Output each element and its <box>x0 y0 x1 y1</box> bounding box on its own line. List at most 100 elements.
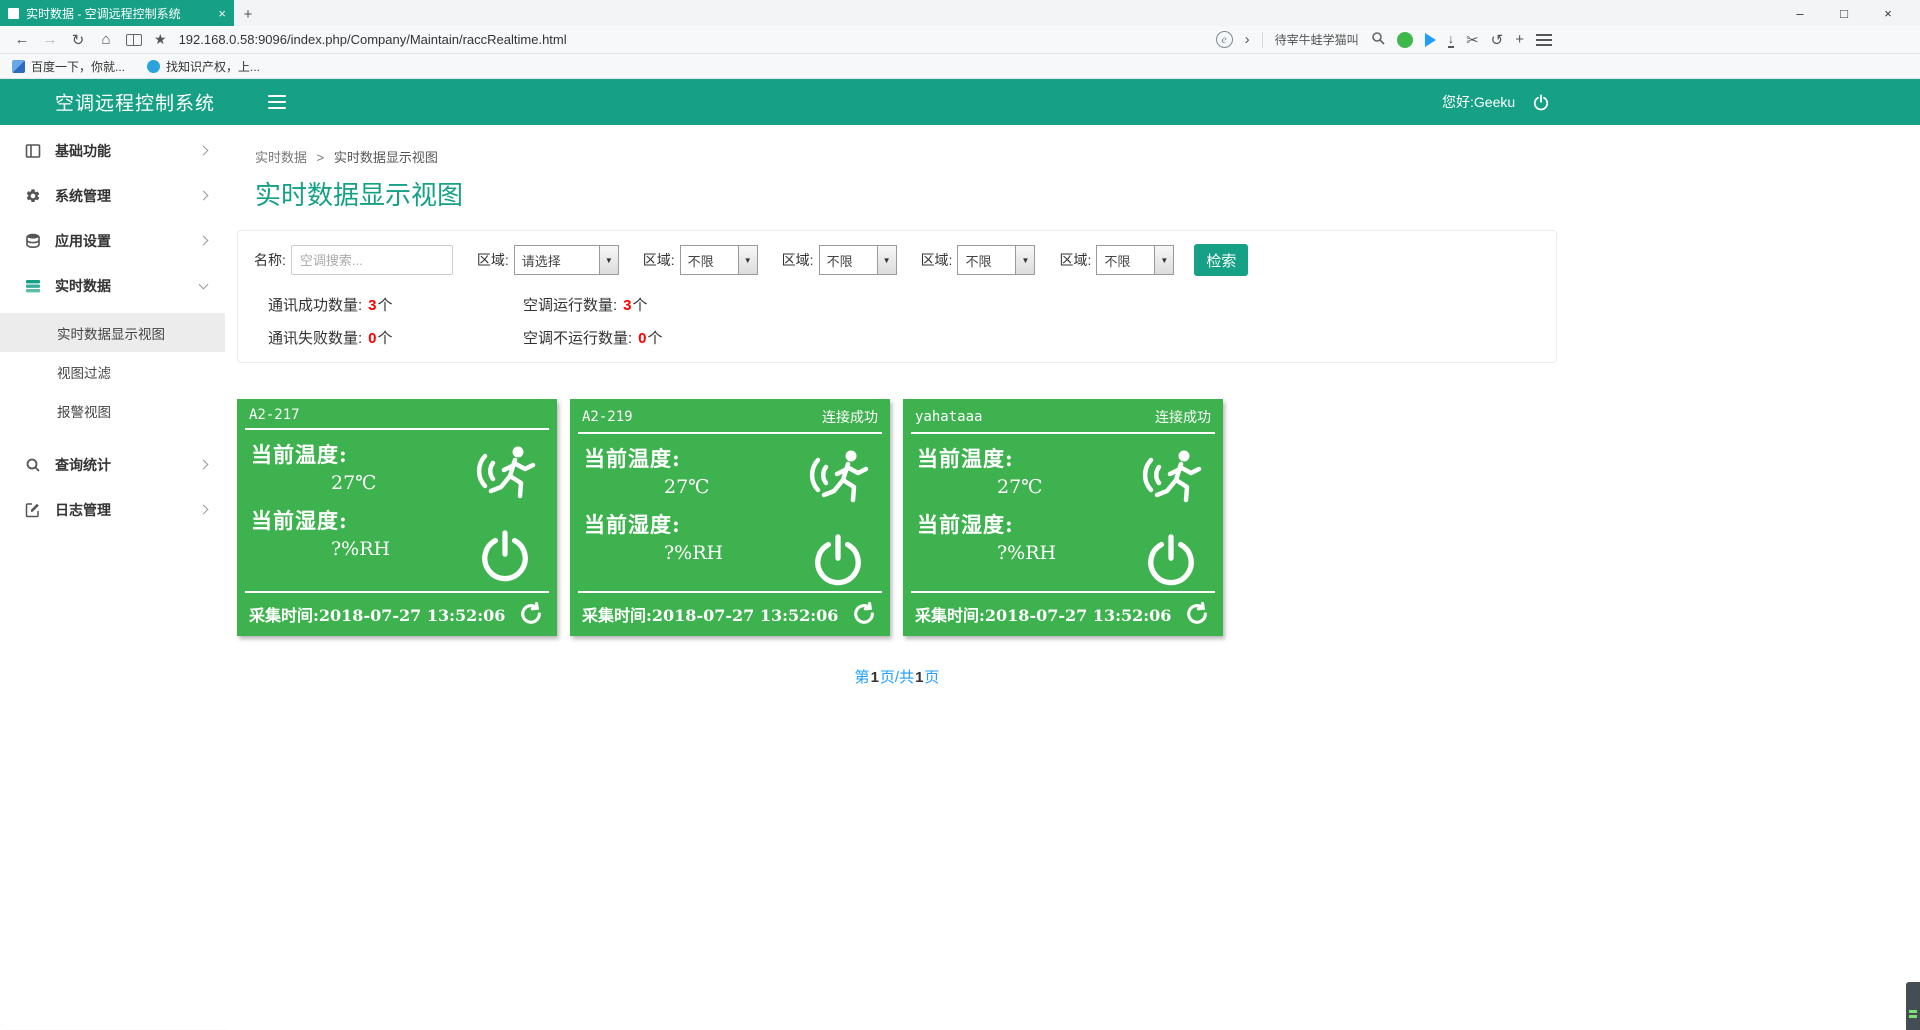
search-input[interactable]: 待宰牛蛙学猫叫 <box>1275 31 1359 48</box>
messenger-icon[interactable] <box>1397 32 1413 48</box>
divider <box>1262 32 1263 48</box>
chevron-down-icon <box>199 279 209 289</box>
power-icon[interactable] <box>812 533 864 591</box>
search-icon <box>25 457 41 473</box>
refresh-icon[interactable] <box>852 602 876 626</box>
collect-time: 采集时间:2018-07-27 13:52:06 <box>582 602 838 626</box>
chevron-down-icon: ▼ <box>1154 246 1173 274</box>
sidebar-item-query-statistics[interactable]: 查询统计 <box>0 442 225 487</box>
sidebar-item-realtime-data[interactable]: 实时数据 <box>0 263 225 308</box>
sidebar-item-app-settings[interactable]: 应用设置 <box>0 218 225 263</box>
database-icon <box>25 233 41 249</box>
bookmark-favicon <box>147 60 160 73</box>
address-bar[interactable]: 192.168.0.58:9096/index.php/Company/Main… <box>179 32 567 47</box>
region-select-4[interactable]: 不限 ▼ <box>957 245 1035 275</box>
browser-toolbar: ← → ↻ ⌂ ★ 192.168.0.58:9096/index.php/Co… <box>0 26 1920 54</box>
region-select-2[interactable]: 不限 ▼ <box>680 245 758 275</box>
gear-icon <box>25 188 41 204</box>
bookmark-baidu[interactable]: 百度一下，你就... <box>12 58 125 75</box>
device-name: yahataaa <box>915 409 982 425</box>
expand-icon[interactable]: › <box>1245 31 1250 48</box>
sidebar-subitem-realtime-view[interactable]: 实时数据显示视图 <box>0 313 225 352</box>
region-filter-label: 区域: <box>782 250 814 270</box>
breadcrumb: 实时数据 > 实时数据显示视图 <box>255 147 1920 166</box>
chevron-down-icon: ▼ <box>738 246 757 274</box>
minimize-button[interactable]: – <box>1778 6 1822 21</box>
sidebar-item-system-management[interactable]: 系统管理 <box>0 173 225 218</box>
stat-comm-success: 通讯成功数量:3个 <box>268 294 523 315</box>
stats-summary: 通讯成功数量:3个 空调运行数量:3个 通讯失败数量:0个 空调不运行数量:0个 <box>254 294 1540 348</box>
app-title: 空调远程控制系统 <box>55 89 215 116</box>
sidebar: 基础功能 系统管理 应用设置 实时数据 <box>0 125 225 1029</box>
split-view-icon[interactable] <box>126 34 142 46</box>
device-card[interactable]: yahataaa 连接成功 当前温度: 27℃ 当前湿度: ?%RH <box>903 399 1223 636</box>
home-icon[interactable]: ⌂ <box>92 31 120 48</box>
edit-log-icon <box>25 502 41 518</box>
region-filter-label: 区域: <box>1059 250 1091 270</box>
filter-panel: 名称: 区域: 请选择 ▼ 区域: 不限 ▼ 区域: 不限 <box>237 230 1557 363</box>
sidebar-item-basic-functions[interactable]: 基础功能 <box>0 128 225 173</box>
sidebar-item-log-management[interactable]: 日志管理 <box>0 487 225 532</box>
back-icon[interactable]: ← <box>8 31 36 48</box>
undo-history-icon[interactable]: ↺ <box>1491 31 1504 49</box>
name-filter-label: 名称: <box>254 250 286 270</box>
running-person-icon <box>473 442 539 504</box>
bookmarks-bar: 百度一下，你就... 找知识产权，上... <box>0 54 1920 79</box>
download-icon[interactable]: ↓ <box>1448 32 1455 48</box>
search-icon[interactable] <box>1371 31 1385 48</box>
scissors-screenshot-icon[interactable]: ✂ <box>1466 31 1479 49</box>
chevron-right-icon <box>199 191 209 201</box>
device-card[interactable]: A2-219 连接成功 当前温度: 27℃ 当前湿度: ?%RH <box>570 399 890 636</box>
region-select-3[interactable]: 不限 ▼ <box>819 245 897 275</box>
app-header: 空调远程控制系统 您好:Geeku <box>0 79 1920 125</box>
device-cards: A2-217 当前温度: 27℃ 当前湿度: ?%RH <box>237 399 1920 636</box>
breadcrumb-parent[interactable]: 实时数据 <box>255 150 307 165</box>
stat-ac-running: 空调运行数量:3个 <box>523 294 1540 315</box>
sidebar-toggle-hamburger-icon[interactable] <box>268 95 286 113</box>
refresh-icon[interactable] <box>1185 602 1209 626</box>
logout-power-icon[interactable] <box>1533 94 1549 111</box>
pagination[interactable]: 第1页/共1页 <box>237 666 1557 687</box>
region-select-1[interactable]: 请选择 ▼ <box>514 245 619 275</box>
add-icon[interactable]: + <box>1515 31 1524 48</box>
stacked-layers-icon <box>25 278 41 294</box>
menu-icon[interactable] <box>1536 34 1552 46</box>
chevron-right-icon <box>199 460 209 470</box>
maximize-button[interactable]: □ <box>1822 6 1866 21</box>
reload-icon[interactable]: ↻ <box>64 31 92 49</box>
bookmark-ip[interactable]: 找知识产权，上... <box>147 58 260 75</box>
tab-close-icon[interactable]: × <box>218 7 226 20</box>
power-icon[interactable] <box>479 529 531 587</box>
region-filter-label: 区域: <box>643 250 675 270</box>
breadcrumb-separator: > <box>317 150 325 165</box>
device-status: 连接成功 <box>1155 407 1211 427</box>
refresh-icon[interactable] <box>519 602 543 626</box>
new-tab-button[interactable]: + <box>234 2 262 26</box>
browser-window: 实时数据 - 空调远程控制系统 × + – □ × ← → ↻ ⌂ ★ 192.… <box>0 0 1920 1030</box>
tab-strip: 实时数据 - 空调远程控制系统 × + – □ × <box>0 0 1920 26</box>
sidebar-subitem-view-filter[interactable]: 视图过滤 <box>0 352 225 391</box>
running-person-icon <box>1139 446 1205 508</box>
forward-icon[interactable]: → <box>36 31 64 48</box>
header-right: 您好:Geeku <box>1442 79 1549 125</box>
compatibility-mode-icon[interactable]: e <box>1216 31 1233 48</box>
main-content: 实时数据 > 实时数据显示视图 实时数据显示视图 名称: 区域: 请选择 ▼ 区… <box>225 125 1920 1029</box>
user-greeting[interactable]: 您好:Geeku <box>1442 92 1515 112</box>
browser-tab[interactable]: 实时数据 - 空调远程控制系统 × <box>0 0 234 26</box>
collect-time: 采集时间:2018-07-27 13:52:06 <box>249 602 505 626</box>
name-search-input[interactable] <box>291 245 453 275</box>
bookmark-star-icon[interactable]: ★ <box>154 31 167 48</box>
floating-widget[interactable] <box>1906 982 1920 1030</box>
flash-play-icon[interactable] <box>1425 33 1436 47</box>
chevron-right-icon <box>199 505 209 515</box>
device-card[interactable]: A2-217 当前温度: 27℃ 当前湿度: ?%RH <box>237 399 557 636</box>
close-button[interactable]: × <box>1866 6 1910 21</box>
search-button[interactable]: 检索 <box>1194 244 1248 276</box>
stat-comm-fail: 通讯失败数量:0个 <box>268 327 523 348</box>
collect-time: 采集时间:2018-07-27 13:52:06 <box>915 602 1171 626</box>
region-filter-label: 区域: <box>477 250 509 270</box>
device-name: A2-219 <box>582 409 633 425</box>
sidebar-subitem-alarm-view[interactable]: 报警视图 <box>0 391 225 430</box>
region-select-5[interactable]: 不限 ▼ <box>1096 245 1174 275</box>
power-icon[interactable] <box>1145 533 1197 591</box>
